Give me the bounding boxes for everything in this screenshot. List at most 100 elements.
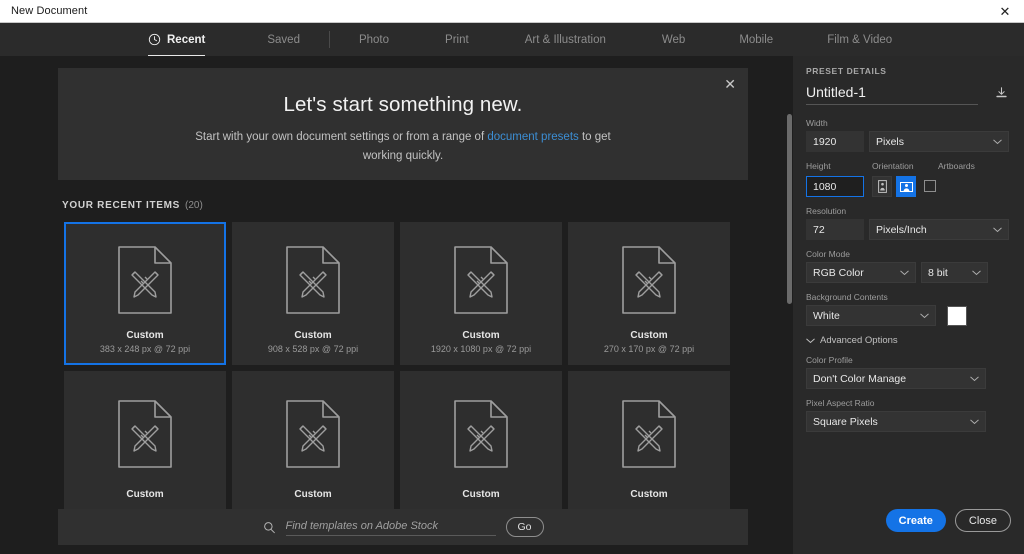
- chevron-down-icon: [972, 270, 981, 275]
- color-mode-value: RGB Color: [813, 266, 864, 279]
- color-depth-select[interactable]: 8 bit: [921, 262, 988, 283]
- chevron-down-icon: [993, 139, 1002, 144]
- window-title: New Document: [11, 5, 88, 17]
- clock-icon: [148, 33, 161, 46]
- document-presets-link[interactable]: document presets: [487, 131, 578, 143]
- window-titlebar: New Document ✕: [0, 0, 1024, 23]
- tab-saved[interactable]: Saved: [267, 23, 300, 56]
- tab-label: Art & Illustration: [524, 33, 606, 46]
- color-profile-select[interactable]: Don't Color Manage: [806, 368, 986, 389]
- artboards-checkbox[interactable]: [924, 180, 936, 192]
- recent-item-thumbnail: [402, 373, 560, 489]
- recent-item-title: Custom: [294, 489, 332, 500]
- chevron-down-icon: [806, 338, 815, 343]
- color-profile-value: Don't Color Manage: [813, 372, 907, 385]
- document-icon: [622, 246, 676, 314]
- welcome-banner: ✕ Let's start something new. Start with …: [58, 68, 748, 180]
- recent-item-thumbnail: [570, 373, 728, 489]
- recent-item-title: Custom: [462, 330, 500, 341]
- resolution-row: Pixels/Inch: [806, 219, 1011, 240]
- create-button[interactable]: Create: [885, 509, 946, 532]
- recent-item-title: Custom: [126, 489, 164, 500]
- recent-item-title: Custom: [294, 330, 332, 341]
- width-unit-value: Pixels: [876, 135, 905, 148]
- recent-item-title: Custom: [126, 330, 164, 341]
- color-mode-select[interactable]: RGB Color: [806, 262, 916, 283]
- content-area: ✕ Let's start something new. Start with …: [0, 56, 793, 554]
- document-icon: [286, 246, 340, 314]
- background-color-swatch[interactable]: [947, 305, 967, 326]
- recent-item-title: Custom: [630, 330, 668, 341]
- preset-name-row: [806, 84, 1011, 105]
- recent-item-card[interactable]: Custom 383 x 248 px @ 72 ppi: [64, 222, 226, 365]
- tab-art-illustration[interactable]: Art & Illustration: [525, 23, 606, 56]
- tab-film-video[interactable]: Film & Video: [827, 23, 892, 56]
- recent-items-count: (20): [185, 200, 203, 211]
- recent-item-card[interactable]: Custom: [232, 371, 394, 514]
- new-document-dialog: New Document ✕ Recent Saved Photo Print: [0, 0, 1024, 554]
- pixel-aspect-ratio-value: Square Pixels: [813, 415, 878, 428]
- tab-separator: [328, 31, 330, 48]
- recent-item-card[interactable]: Custom 270 x 170 px @ 72 ppi: [568, 222, 730, 365]
- portrait-icon: [877, 180, 887, 193]
- banner-close-icon[interactable]: ✕: [724, 77, 736, 91]
- pixel-aspect-ratio-select[interactable]: Square Pixels: [806, 411, 986, 432]
- background-row: White: [806, 305, 1011, 326]
- recent-item-dimensions: 1920 x 1080 px @ 72 ppi: [430, 344, 532, 354]
- recent-item-dimensions: 908 x 528 px @ 72 ppi: [267, 344, 359, 354]
- width-label: Width: [806, 118, 828, 128]
- recent-item-thumbnail: [402, 224, 560, 330]
- recent-item-thumbnail: [234, 224, 392, 330]
- document-icon: [286, 400, 340, 468]
- recent-item-card[interactable]: Custom: [400, 371, 562, 514]
- height-input[interactable]: [806, 176, 864, 197]
- recent-item-thumbnail: [66, 373, 224, 489]
- tab-label: Web: [661, 33, 686, 46]
- recent-item-card[interactable]: Custom: [568, 371, 730, 514]
- resolution-unit-select[interactable]: Pixels/Inch: [869, 219, 1009, 240]
- recent-item-card[interactable]: Custom: [64, 371, 226, 514]
- recent-item-card[interactable]: Custom 1920 x 1080 px @ 72 ppi: [400, 222, 562, 365]
- tab-photo[interactable]: Photo: [359, 23, 389, 56]
- stock-go-button[interactable]: Go: [505, 517, 544, 537]
- document-icon: [118, 246, 172, 314]
- panel-action-buttons: Create Close: [885, 509, 1011, 532]
- tab-web[interactable]: Web: [662, 23, 685, 56]
- content-scrollbar-thumb[interactable]: [787, 114, 792, 304]
- width-row: Pixels: [806, 131, 1011, 152]
- orientation-landscape-button[interactable]: [896, 176, 916, 197]
- orientation-group: [872, 176, 916, 197]
- height-label: Height: [806, 161, 831, 171]
- close-button[interactable]: Close: [954, 509, 1011, 532]
- orientation-label: Orientation: [872, 161, 914, 171]
- recent-item-card[interactable]: Custom 908 x 528 px @ 72 ppi: [232, 222, 394, 365]
- tab-label: Saved: [267, 33, 300, 46]
- background-contents-select[interactable]: White: [806, 305, 936, 326]
- width-unit-select[interactable]: Pixels: [869, 131, 1009, 152]
- height-labels-row: Height Orientation Artboards: [806, 161, 1011, 174]
- color-mode-label: Color Mode: [806, 249, 850, 259]
- stock-search-input[interactable]: [285, 518, 496, 536]
- tab-label: Recent: [167, 33, 206, 46]
- landscape-icon: [899, 181, 913, 192]
- tab-print[interactable]: Print: [445, 23, 469, 56]
- window-close-icon[interactable]: ✕: [986, 0, 1024, 22]
- advanced-options-toggle[interactable]: Advanced Options: [806, 335, 1011, 346]
- height-row: [806, 176, 1011, 197]
- tab-recent[interactable]: Recent: [148, 23, 206, 57]
- color-depth-value: 8 bit: [928, 266, 948, 279]
- content-scrollbar-track[interactable]: [787, 114, 792, 554]
- orientation-portrait-button[interactable]: [872, 176, 892, 197]
- tab-label: Print: [445, 33, 469, 46]
- background-contents-label: Background Contents: [806, 292, 888, 302]
- preset-name-input[interactable]: [806, 84, 978, 105]
- resolution-input[interactable]: [806, 219, 864, 240]
- recent-items-label: YOUR RECENT ITEMS: [62, 200, 181, 211]
- save-preset-icon[interactable]: [994, 86, 1009, 100]
- width-input[interactable]: [806, 131, 864, 152]
- document-icon: [622, 400, 676, 468]
- resolution-label: Resolution: [806, 206, 847, 216]
- preset-details-panel: PRESET DETAILS Width Pixels Height Orien…: [793, 56, 1024, 554]
- chevron-down-icon: [970, 419, 979, 424]
- tab-mobile[interactable]: Mobile: [739, 23, 773, 56]
